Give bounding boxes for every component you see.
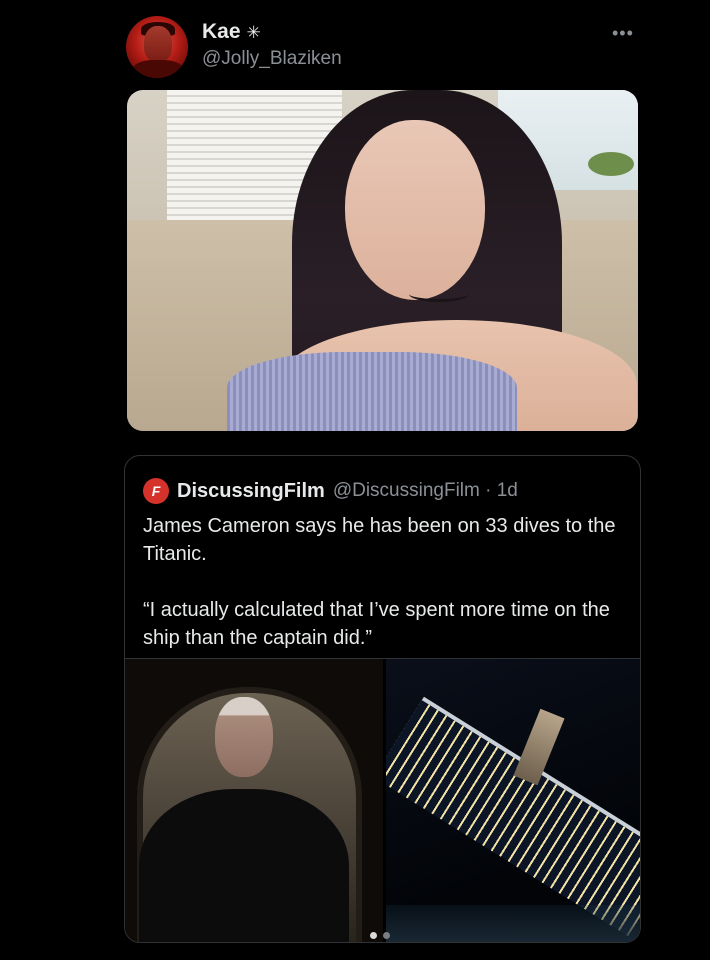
more-options-icon[interactable]: ••• — [612, 24, 634, 42]
quoted-media-cameron-photo[interactable] — [125, 659, 383, 942]
avatar-shoulders — [132, 60, 184, 78]
pagination-dot-active[interactable] — [370, 932, 377, 939]
avatar-face — [144, 26, 172, 62]
quoted-author-handle-time[interactable]: @DiscussingFilm · 1d — [333, 480, 518, 502]
photo-coat — [139, 789, 349, 942]
photo-plant — [588, 152, 634, 176]
author-avatar[interactable] — [126, 16, 188, 78]
discussingfilm-logo-icon[interactable]: F — [143, 478, 169, 504]
photo-face — [345, 120, 485, 300]
quoted-tweet-text: James Cameron says he has been on 33 div… — [143, 512, 633, 680]
quoted-text-paragraph-1: James Cameron says he has been on 33 div… — [143, 515, 616, 565]
photo-head — [215, 697, 273, 777]
quoted-tweet-card[interactable]: F DiscussingFilm @DiscussingFilm · 1d Ja… — [124, 455, 641, 943]
photo-necklace — [409, 286, 469, 302]
post-photo[interactable] — [127, 90, 638, 431]
quoted-media-strip — [125, 658, 640, 942]
author-display-name[interactable]: Kae — [202, 20, 241, 44]
quoted-text-paragraph-2: “I actually calculated that I’ve spent m… — [143, 599, 610, 649]
photo-striped-top — [227, 352, 517, 431]
pagination-dot[interactable] — [383, 932, 390, 939]
photo-water — [386, 905, 640, 942]
quoted-tweet-header: F DiscussingFilm @DiscussingFilm · 1d — [143, 478, 518, 504]
author-handle[interactable]: @Jolly_Blaziken — [202, 48, 342, 70]
quoted-author-name[interactable]: DiscussingFilm — [177, 480, 325, 503]
asterisk-badge-icon: ✳ — [246, 22, 261, 42]
tweet: Kae ✳ @Jolly_Blaziken ••• F DiscussingFi… — [0, 0, 710, 960]
author-name-row[interactable]: Kae ✳ — [202, 20, 261, 44]
media-pagination-dots — [370, 932, 390, 939]
quoted-media-titanic-photo[interactable] — [383, 659, 640, 942]
